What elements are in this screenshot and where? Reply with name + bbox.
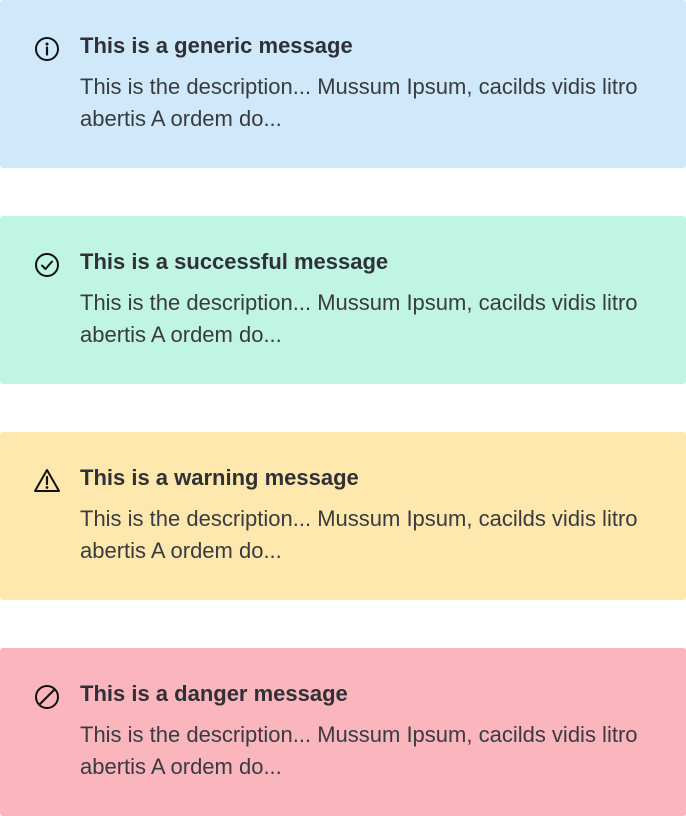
- alert-generic: This is a generic message This is the de…: [0, 0, 686, 168]
- alert-list: This is a generic message This is the de…: [0, 0, 686, 816]
- alert-title: This is a danger message: [80, 681, 348, 706]
- alert-success: This is a successful message This is the…: [0, 216, 686, 384]
- warning-triangle-icon: [33, 467, 61, 495]
- alert-title: This is a warning message: [80, 465, 359, 490]
- alert-description: This is the description... Mussum Ipsum,…: [80, 290, 638, 347]
- alert-description: This is the description... Mussum Ipsum,…: [80, 506, 638, 563]
- alert-warning: This is a warning message This is the de…: [0, 432, 686, 600]
- prohibited-circle-icon: [33, 683, 61, 711]
- info-circle-icon: [33, 35, 61, 63]
- check-circle-icon: [33, 251, 61, 279]
- alert-title: This is a successful message: [80, 249, 389, 274]
- alert-description: This is the description... Mussum Ipsum,…: [80, 74, 638, 131]
- alert-danger: This is a danger message This is the des…: [0, 648, 686, 816]
- alert-description: This is the description... Mussum Ipsum,…: [80, 722, 638, 779]
- alert-title: This is a generic message: [80, 33, 353, 58]
